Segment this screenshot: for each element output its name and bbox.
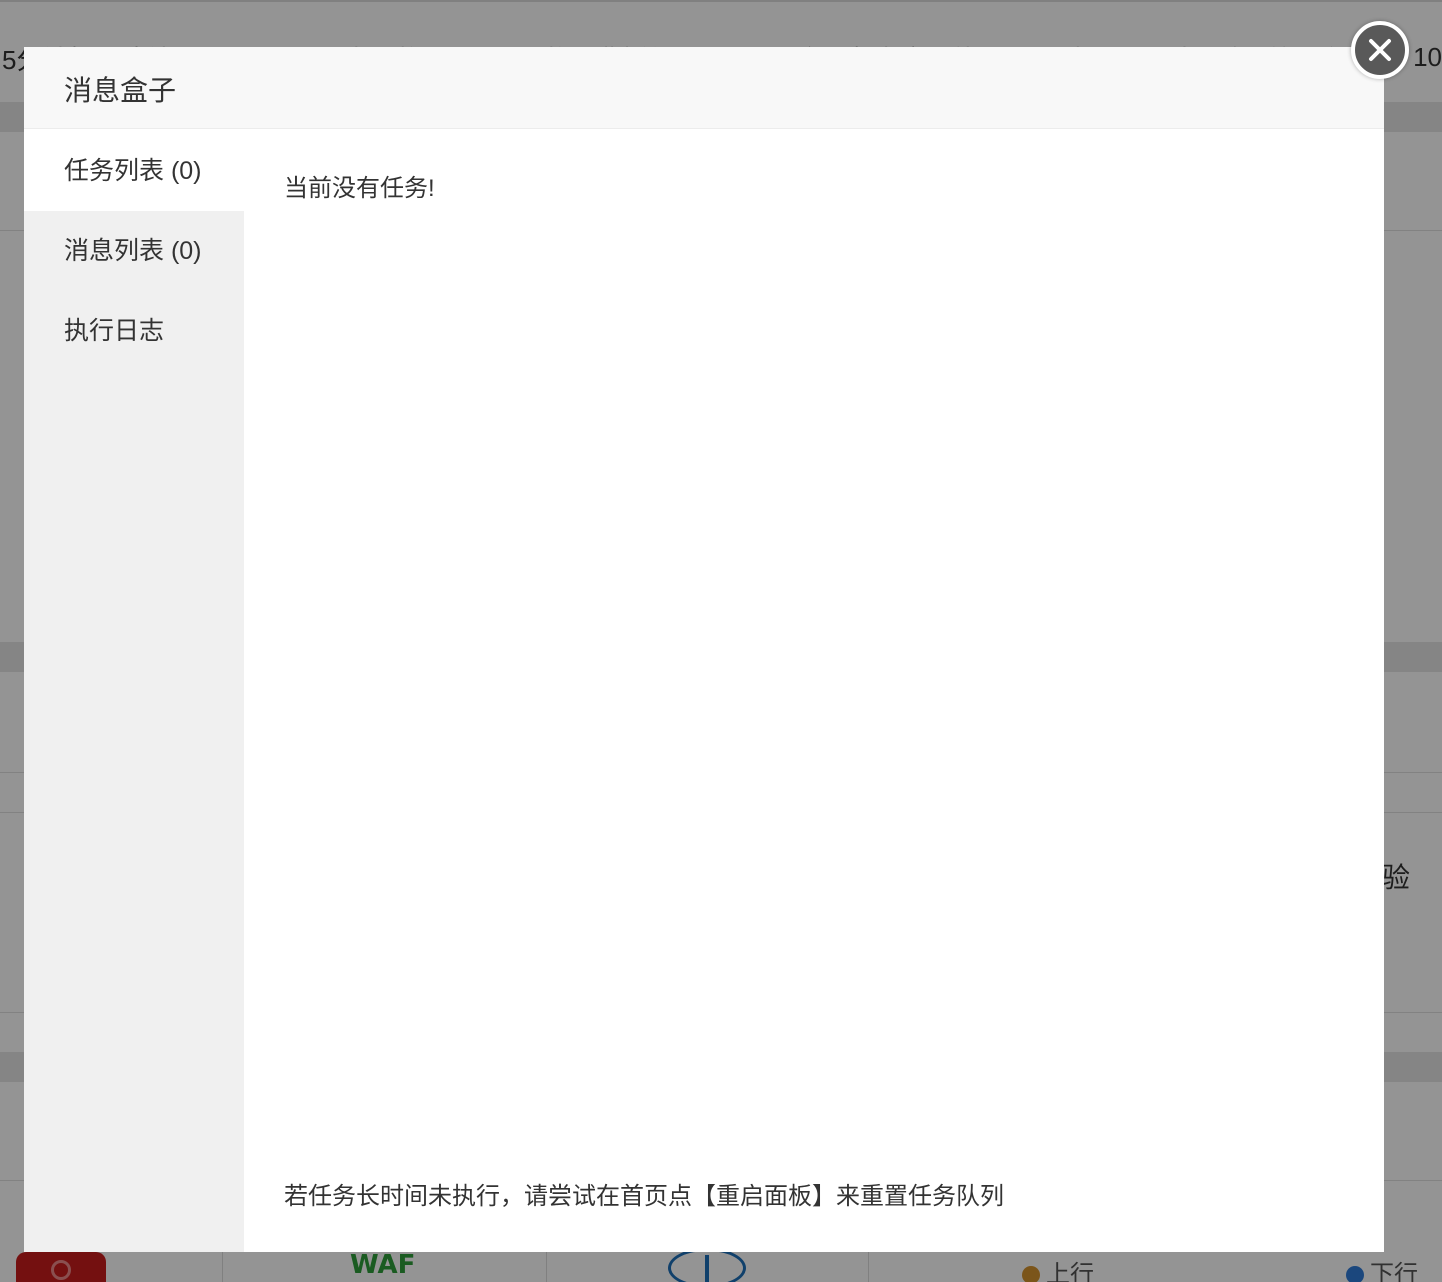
close-button[interactable] <box>1351 21 1409 79</box>
close-icon <box>1369 39 1391 61</box>
message-box-modal: 消息盒子 任务列表 (0) 消息列表 (0) 执行日志 当前没有任务! 若任务长… <box>24 47 1384 1252</box>
modal-title: 消息盒子 <box>64 75 177 106</box>
empty-task-message: 当前没有任务! <box>284 175 435 202</box>
tab-execution-log[interactable]: 执行日志 <box>24 291 244 371</box>
modal-header: 消息盒子 <box>24 47 1384 129</box>
tab-task-list[interactable]: 任务列表 (0) <box>24 131 244 211</box>
tab-message-list[interactable]: 消息列表 (0) <box>24 211 244 291</box>
modal-sidebar: 任务列表 (0) 消息列表 (0) 执行日志 <box>24 131 244 1252</box>
task-queue-hint: 若任务长时间未执行，请尝试在首页点【重启面板】来重置任务队列 <box>284 1183 1004 1210</box>
task-list-panel: 当前没有任务! 若任务长时间未执行，请尝试在首页点【重启面板】来重置任务队列 <box>244 131 1384 1252</box>
